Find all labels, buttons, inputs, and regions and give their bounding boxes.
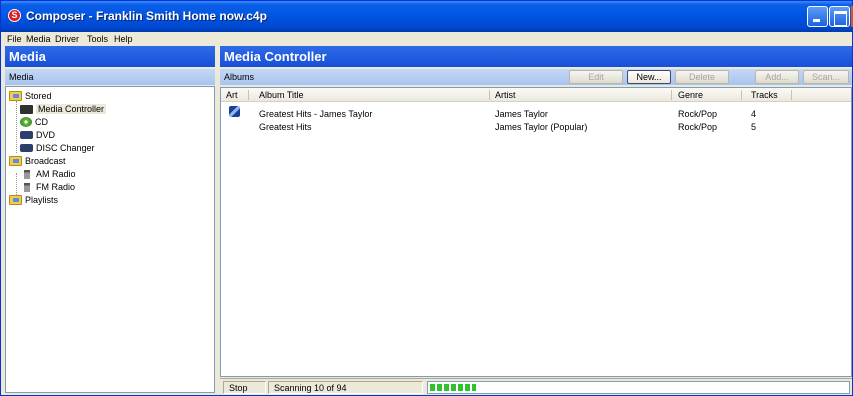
genre-cell: Rock/Pop [678,109,718,119]
menu-help[interactable]: Help [114,34,133,44]
tree-item-stored[interactable]: Stored [9,90,52,102]
tree-label: Stored [25,91,52,101]
tree-label: DISC Changer [36,143,95,153]
edit-button[interactable]: Edit [569,70,623,84]
tree-item-playlists[interactable]: Playlists [9,194,58,206]
media-tree[interactable]: Stored Media Controller CD DVD DISC Chan… [5,86,215,393]
albums-toolbar: Albums Edit New... Delete Add... Scan... [220,69,852,85]
column-header-artist[interactable]: Artist [495,90,516,100]
artist-cell: James Taylor [495,109,548,119]
column-header-tracks[interactable]: Tracks [751,90,778,100]
artist-cell: James Taylor (Popular) [495,122,588,132]
add-button[interactable]: Add... [755,70,799,84]
list-header: Art Album Title Artist Genre Tracks [221,88,851,102]
stop-button[interactable]: Stop [223,381,266,394]
tracks-cell: 4 [751,109,757,119]
tree-item-am-radio[interactable]: AM Radio [20,168,76,180]
cd-icon [20,117,32,127]
composer-window: S Composer - Franklin Smith Home now.c4p… [0,0,853,396]
tree-item-dvd[interactable]: DVD [20,129,55,141]
menu-media[interactable]: Media [26,34,51,44]
scan-progress-bar [427,381,850,394]
tree-label: CD [35,117,48,127]
new-button[interactable]: New... [627,70,671,84]
tree-item-fm-radio[interactable]: FM Radio [20,181,75,193]
dvd-icon [20,131,33,139]
delete-button[interactable]: Delete [675,70,729,84]
menu-driver[interactable]: Driver [55,34,79,44]
tracks-cell: 5 [751,122,757,132]
tree-item-media-controller[interactable]: Media Controller [20,103,107,115]
minimize-button[interactable] [807,6,828,27]
disc-changer-icon [20,144,33,152]
genre-cell: Rock/Pop [678,122,718,132]
tree-label: Playlists [25,195,59,205]
column-header-art[interactable]: Art [226,90,238,100]
tree-item-disc-changer[interactable]: DISC Changer [20,142,95,154]
tree-item-broadcast[interactable]: Broadcast [9,155,66,167]
media-pane-header: Media [5,46,215,67]
media-pane-subheader: Media [5,69,215,85]
tree-label: Broadcast [25,156,66,166]
folder-icon [9,156,22,166]
radio-antenna-icon [24,182,30,192]
column-header-album-title[interactable]: Album Title [259,90,304,100]
album-art-icon [229,106,240,117]
tree-label: FM Radio [36,182,76,192]
media-controller-icon [20,104,33,114]
album-title-cell: Greatest Hits [259,122,312,132]
scanning-status: Scanning 10 of 94 [268,381,423,394]
column-header-genre[interactable]: Genre [678,90,703,100]
folder-icon [9,91,22,101]
menu-bar: File Media Driver Tools Help [1,32,852,45]
title-bar[interactable]: S Composer - Franklin Smith Home now.c4p [1,1,853,32]
scan-button[interactable]: Scan... [803,70,849,84]
progress-fill [430,384,476,391]
albums-list[interactable]: Art Album Title Artist Genre Tracks Grea… [220,87,852,377]
menu-tools[interactable]: Tools [87,34,108,44]
status-bar: Stop Scanning 10 of 94 [220,378,852,395]
tree-label: Media Controller [36,104,107,114]
maximize-button[interactable] [829,6,850,27]
media-controller-header: Media Controller [220,46,852,67]
tree-label: DVD [36,130,56,140]
albums-label: Albums [224,72,255,82]
album-title-cell: Greatest Hits - James Taylor [259,109,373,119]
window-title: Composer - Franklin Smith Home now.c4p [26,9,267,23]
menu-file[interactable]: File [7,34,22,44]
tree-item-cd[interactable]: CD [20,116,48,128]
radio-antenna-icon [24,169,30,179]
composer-app-icon: S [8,9,21,22]
folder-icon [9,195,22,205]
tree-label: AM Radio [36,169,76,179]
